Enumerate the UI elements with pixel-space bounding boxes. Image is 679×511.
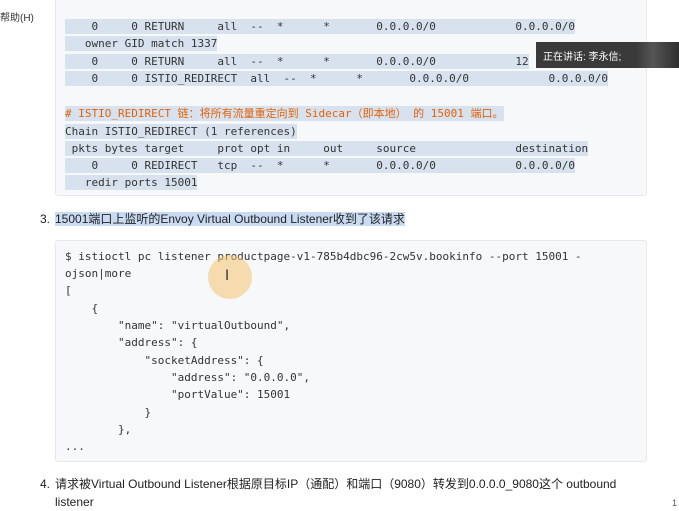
code-line: "socketAddress": { [65, 354, 264, 367]
code-line: $ istioctl pc listener productpage-v1-78… [65, 250, 582, 263]
code-line: redir ports 15001 [65, 175, 198, 190]
step-4: 4. 请求被Virtual Outbound Listener根据原目标IP（通配… [40, 475, 616, 493]
code-line: owner GID match 1337 [65, 36, 218, 51]
code-line: ... [65, 440, 85, 453]
step-3: 3. 15001端口上监听的Envoy Virtual Outbound List… [40, 210, 405, 228]
step-text: 请求被Virtual Outbound Listener根据原目标IP（通配）和… [55, 477, 617, 491]
step-4-continuation: listener [55, 495, 94, 509]
code-line: 0 0 RETURN all -- * * 0.0.0.0/0 12 [65, 54, 529, 69]
code-line: Chain ISTIO_REDIRECT (1 references) [65, 124, 297, 139]
text-cursor-icon: I [225, 268, 230, 284]
istioctl-code-block: $ istioctl pc listener productpage-v1-78… [55, 240, 647, 462]
code-line: 0 0 RETURN all -- * * 0.0.0.0/0 0.0.0.0/… [65, 19, 575, 34]
code-line: 0 0 ISTIO_REDIRECT all -- * * 0.0.0.0/0 … [65, 71, 609, 86]
code-line: ojson|more [65, 267, 132, 280]
step-text: 15001端口上监听的Envoy Virtual Outbound Listen… [55, 212, 405, 226]
code-line: } [65, 406, 152, 419]
code-line: [ [65, 284, 72, 297]
code-line: }, [65, 423, 132, 436]
iptables-code-block: 0 0 RETURN all -- * * 0.0.0.0/0 0.0.0.0/… [55, 0, 647, 196]
help-menu[interactable]: 帮助(H) [0, 9, 34, 24]
code-line: "portValue": 15001 [65, 388, 291, 401]
code-comment: # ISTIO_REDIRECT 链：将所有流量重定向到 Sidecar（即本地… [65, 106, 504, 121]
code-line: "name": "virtualOutbound", [65, 319, 291, 332]
speaker-video-thumbnail [636, 42, 679, 68]
code-line: "address": { [65, 336, 198, 349]
code-line: pkts bytes target prot opt in out source… [65, 141, 589, 156]
step-number: 3. [40, 212, 51, 226]
code-line: 0 0 REDIRECT tcp -- * * 0.0.0.0/0 0.0.0.… [65, 158, 575, 173]
code-line: "address": "0.0.0.0", [65, 371, 311, 384]
code-line: { [65, 302, 99, 315]
cursor-highlight [208, 255, 252, 299]
page-marker: 1 [672, 498, 678, 508]
step-number: 4. [40, 477, 51, 491]
